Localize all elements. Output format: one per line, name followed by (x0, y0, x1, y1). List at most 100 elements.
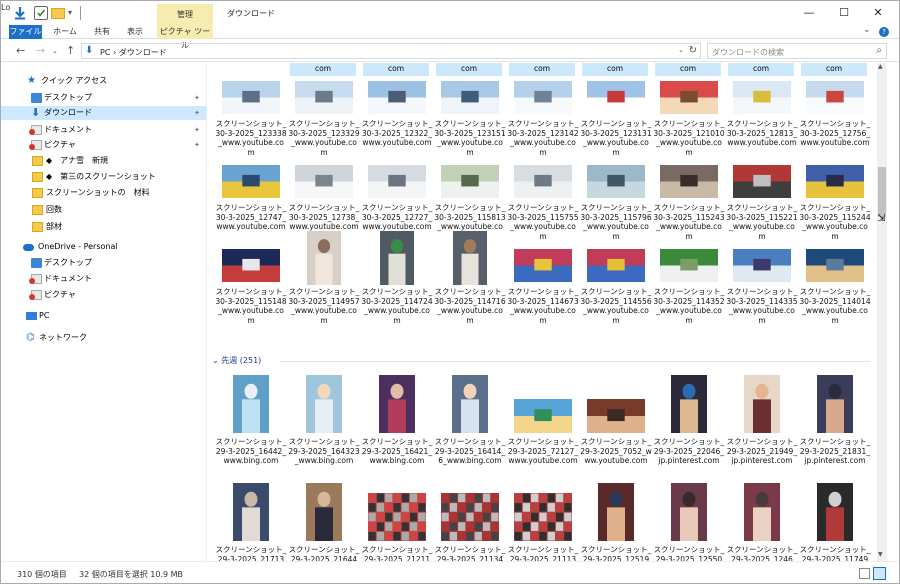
selected-item-tail[interactable]: com (728, 63, 794, 76)
address-dropdown-icon[interactable]: ⌄ (678, 46, 684, 54)
file-name: スクリーンショット_29-3-2025_16414_6_www.bing.com (434, 437, 506, 465)
sidebar-item[interactable]: ピクチャ ✦ (1, 138, 206, 152)
vertical-scrollbar[interactable]: ▲ ▼ (877, 63, 887, 561)
address-bar[interactable]: ⬇ PC › ダウンロード ⌄ ↻ (81, 43, 701, 59)
sidebar-item[interactable]: ◆ 第三のスクリーンショット (1, 170, 206, 184)
pin-icon: ✦ (194, 94, 200, 102)
recent-locations-button[interactable]: ⌄ (52, 47, 58, 55)
quick-access-customize-icon[interactable]: ▾ (68, 8, 72, 17)
explorer-window: Lo ▾ 管理 ダウンロード — ☐ ✕ ファイル ホーム 共有 表示 ピクチャ… (0, 0, 900, 584)
sidebar-item[interactable]: ★ クイック アクセス (1, 74, 206, 88)
tab-home[interactable]: ホーム (50, 25, 80, 39)
file-name: スクリーンショット_30-3-2025_12738_www.youtube.co… (288, 203, 360, 231)
file-name: スクリーンショット_30-3-2025_123329_www.youtube.c… (288, 119, 360, 157)
sidebar-item[interactable]: デスクトップ ✦ (1, 91, 206, 105)
search-box[interactable]: ダウンロードの検索 ⌕ (707, 43, 887, 59)
star-icon: ★ (27, 75, 36, 86)
folder-icon (32, 172, 43, 182)
address-path[interactable]: PC › ダウンロード (100, 47, 167, 58)
thumbnail-image (598, 483, 634, 541)
sidebar-item-label: ダウンロード (44, 108, 92, 117)
navigation-pane: ★ クイック アクセス デスクトップ ✦ ⬇ ダウンロード ✦ ドキュメント ✦ ピクチャ ✦ ◆ ア… (1, 63, 207, 561)
large-icons-view-button[interactable] (873, 567, 886, 580)
sidebar-item-label: ◆ 第三のスクリーンショット (46, 172, 156, 181)
sidebar-item[interactable]: ドキュメント (1, 272, 206, 286)
sidebar-item[interactable]: デスクトップ (1, 256, 206, 270)
selected-item-tail[interactable]: com (655, 63, 721, 76)
selected-item-tail[interactable]: com (509, 63, 575, 76)
maximize-button[interactable]: ☐ (829, 4, 859, 22)
thumbnail-image (660, 249, 718, 282)
forward-button[interactable]: → (36, 44, 45, 57)
quick-access-properties-icon[interactable] (13, 6, 27, 20)
thumbnail-image (295, 165, 353, 198)
file-name: スクリーンショット_30-3-2025_12813_www.youtube.co… (726, 119, 798, 147)
selected-item-tail[interactable]: com (582, 63, 648, 76)
sidebar-item[interactable]: ピクチャ (1, 288, 206, 302)
tab-view[interactable]: 表示 (120, 25, 150, 39)
close-button[interactable]: ✕ (863, 4, 893, 22)
sidebar-item[interactable]: ⬇ ダウンロード ✦ (1, 106, 206, 120)
tab-picture-tools[interactable]: ピクチャ ツール (157, 25, 213, 50)
thumbnail-image (380, 231, 414, 285)
file-name: スクリーンショット_30-3-2025_114673_www.youtube.c… (507, 287, 579, 325)
scroll-up-icon[interactable]: ▲ (878, 63, 883, 70)
details-view-button[interactable] (859, 568, 870, 579)
sidebar-item[interactable]: 部材 (1, 220, 206, 234)
sidebar-item[interactable]: ⌬ ネットワーク (1, 331, 206, 345)
ribbon-expand-icon[interactable]: ⌄ (863, 25, 871, 35)
thumbnail-image (587, 81, 645, 114)
search-icon[interactable]: ⌕ (876, 45, 882, 56)
tab-file[interactable]: ファイル (9, 25, 42, 39)
selected-item-tail[interactable]: com (436, 63, 502, 76)
minimize-button[interactable]: — (794, 4, 824, 22)
back-button[interactable]: ← (16, 44, 25, 57)
thumbnail-image (514, 81, 572, 114)
sidebar-item[interactable]: 回数 (1, 203, 206, 217)
file-name: スクリーンショット_30-3-2025_12727_www.youtube.co… (361, 203, 433, 231)
scroll-down-icon[interactable]: ▼ (878, 551, 883, 558)
scroll-thumb[interactable] (878, 167, 886, 217)
network-icon: ⌬ (26, 332, 35, 343)
sidebar-item[interactable]: スクリーンショットの 材料 (1, 186, 206, 200)
file-name: スクリーンショット_29-3-2025_21134 (434, 545, 506, 561)
sidebar-item[interactable]: ◆ アナ雪 新規 (1, 154, 206, 168)
file-name: スクリーンショット_30-3-2025_123142_www.youtube.c… (507, 119, 579, 157)
quick-access-new-folder-icon[interactable] (51, 8, 65, 19)
title-bar: Lo ▾ 管理 ダウンロード — ☐ ✕ (1, 1, 899, 25)
file-name: スクリーンショット_30-3-2025_115148_www.youtube.c… (215, 287, 287, 325)
thumbnail-image (514, 165, 572, 198)
thumbnail-image (733, 249, 791, 282)
up-button[interactable]: ↑ (66, 44, 75, 57)
sidebar-item-label: ドキュメント (44, 125, 92, 134)
thumbnail-image (514, 399, 572, 433)
file-name: スクリーンショット_30-3-2025_114335_www.youtube.c… (726, 287, 798, 325)
quick-access-check-icon[interactable] (34, 6, 48, 20)
group-header-last-week[interactable]: ⌄ 先週 (251) (212, 355, 261, 366)
documents-icon (29, 274, 42, 284)
thumbnail-image (660, 81, 718, 114)
file-name: スクリーンショット_29-3-2025_16421_www.bing.com (361, 437, 433, 465)
refresh-icon[interactable]: ↻ (689, 45, 697, 56)
download-icon: ⬇ (31, 106, 41, 119)
tab-share[interactable]: 共有 (87, 25, 117, 39)
thumbnail-image (514, 249, 572, 282)
thumbnail-image (441, 81, 499, 114)
thumbnail-image (744, 375, 780, 433)
thumbnail-image (587, 249, 645, 282)
sidebar-item[interactable]: PC (1, 309, 206, 323)
file-name: スクリーンショット_30-3-2025_12747_www.youtube.co… (215, 203, 287, 231)
folder-icon (32, 222, 43, 232)
selected-item-tail[interactable]: com (290, 63, 356, 76)
help-icon[interactable]: ? (879, 27, 889, 37)
sidebar-item[interactable]: OneDrive - Personal (1, 240, 206, 254)
selected-item-tail[interactable]: com (801, 63, 867, 76)
sidebar-item[interactable]: ドキュメント ✦ (1, 123, 206, 137)
selection-info: 32 個の項目を選択 10.9 MB (79, 570, 184, 579)
file-name: スクリーンショット_29-3-2025_21644 (288, 545, 360, 561)
selected-item-tail[interactable]: com (363, 63, 429, 76)
file-name: スクリーンショット_29-3-2025_21831_jp.pinterest.c… (799, 437, 871, 465)
sidebar-item-label: デスクトップ (44, 258, 92, 267)
thumbnail-image (368, 493, 426, 541)
file-name: スクリーンショット_30-3-2025_115755_www.youtube.c… (507, 203, 579, 241)
